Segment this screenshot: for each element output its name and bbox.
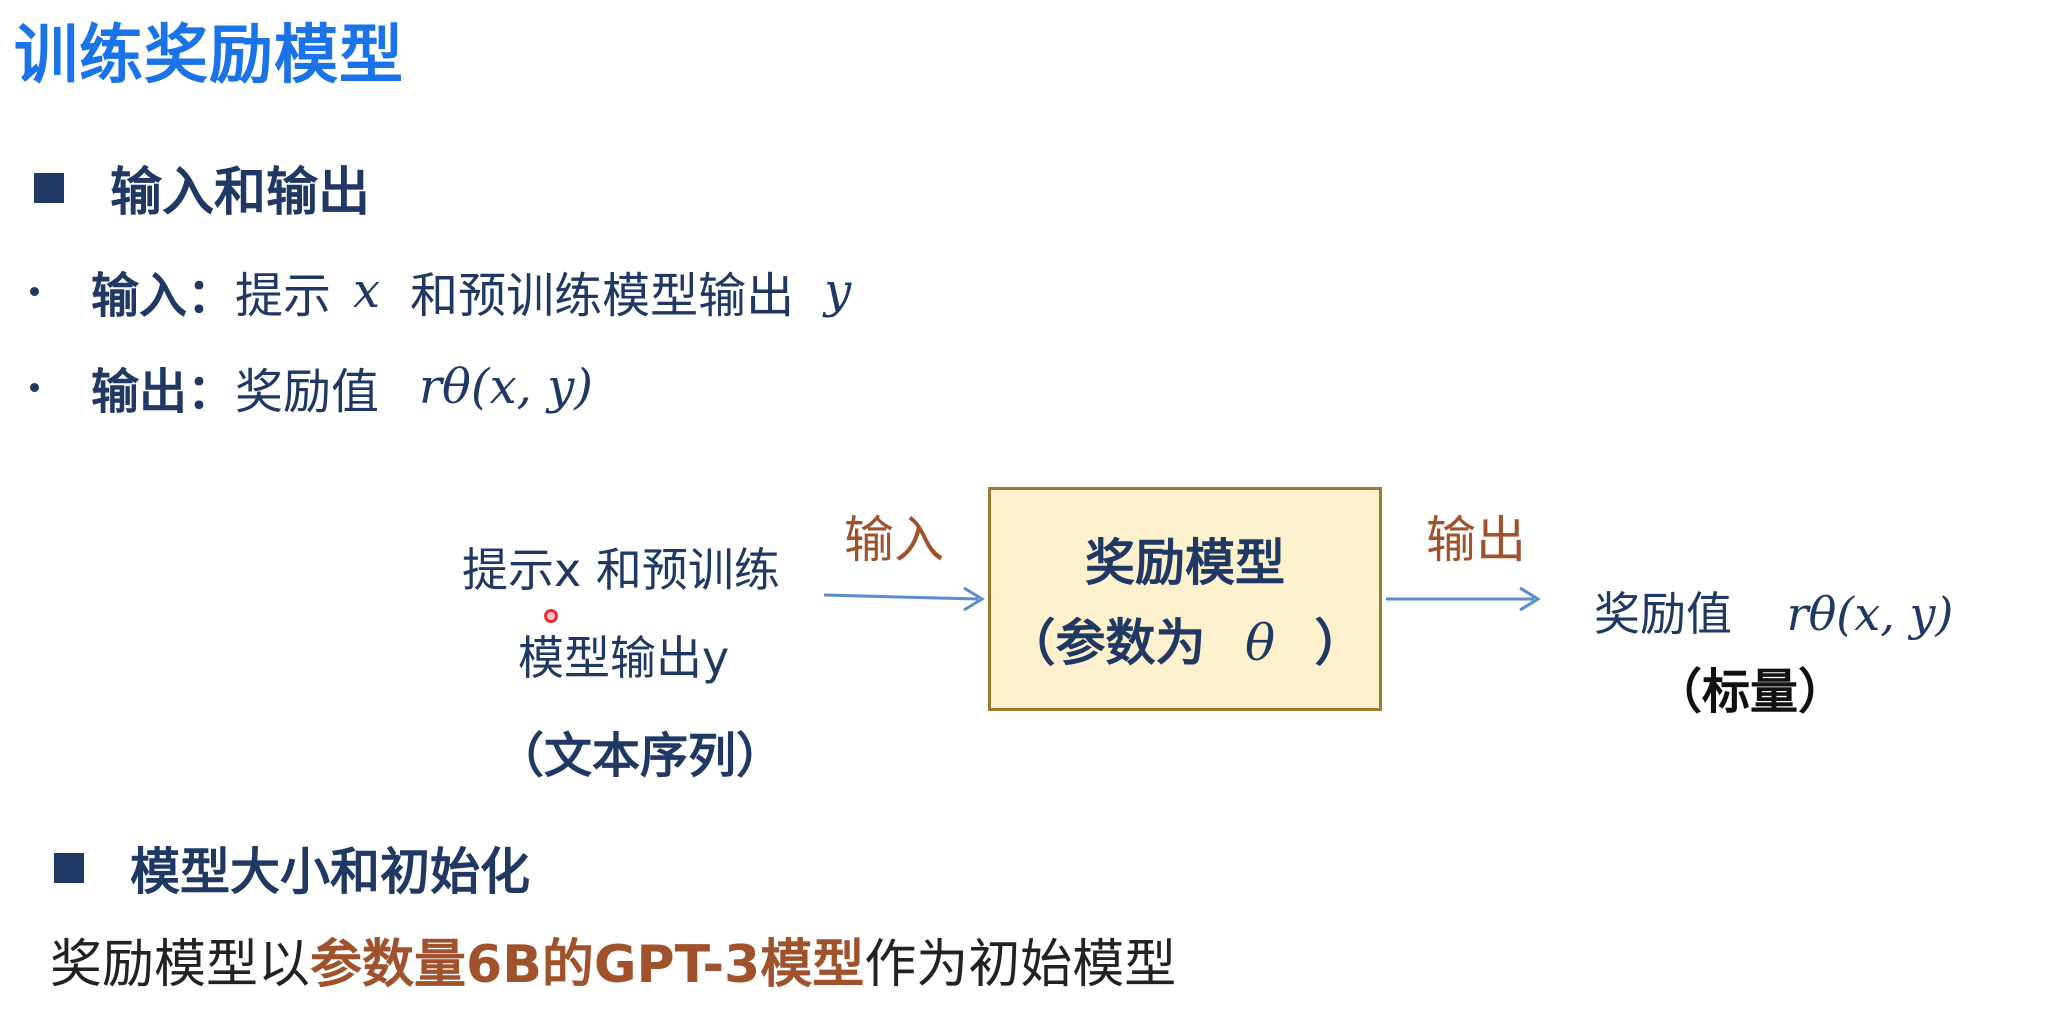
section-heading-size: 模型大小和初始化: [54, 832, 530, 904]
math-reward: rθ(x, y): [419, 359, 594, 415]
bullet-output: 输出： 奖励值 rθ(x, y): [30, 352, 593, 422]
square-bullet-icon: [34, 172, 64, 203]
slide: 训练奖励模型 输入和输出 输入： 提示 x 和预训练模型输出 y 输出： 奖励值…: [0, 0, 2068, 1014]
bullet-dot-icon: [30, 286, 39, 296]
box-params: （参数为 θ ）: [1006, 603, 1365, 675]
math-reward-output: rθ(x, y): [1786, 587, 1954, 641]
arrow-out-label: 输出: [1426, 511, 1526, 569]
init-highlight: 参数量6B的GPT-3模型: [310, 935, 865, 995]
section-heading-io: 输入和输出: [34, 150, 370, 225]
reward-model-box: 奖励模型 （参数为 θ ）: [988, 487, 1382, 711]
init-statement: 奖励模型以参数量6B的GPT-3模型作为初始模型: [50, 922, 1176, 997]
init-prefix: 奖励模型以: [50, 935, 311, 995]
box-title: 奖励模型: [1085, 534, 1285, 592]
math-y: y: [824, 263, 852, 319]
diagram-input-line1: 提示x 和预训练: [462, 543, 780, 597]
arrow-out-icon: [1386, 586, 1541, 612]
arrow-in-icon: [823, 586, 985, 612]
bullet-label: 输入：: [91, 268, 236, 324]
section-heading-text: 模型大小和初始化: [130, 843, 530, 901]
bullet-label: 输出：: [91, 364, 236, 420]
bullet-dot-icon: [30, 382, 39, 392]
diagram-output-note: （标量）: [1654, 664, 1847, 720]
bullet-text: 提示: [235, 268, 332, 324]
diagram-input-note: （文本序列）: [496, 728, 785, 784]
box-params-prefix: （参数为: [1005, 614, 1206, 672]
bullet-text: 和预训练模型输出: [410, 268, 795, 324]
box-params-suffix: ）: [1314, 614, 1365, 672]
bullet-input: 输入： 提示 x 和预训练模型输出 y: [30, 256, 851, 326]
arrow-in-label: 输入: [844, 511, 944, 569]
cursor-marker-icon: [544, 609, 558, 623]
slide-title: 训练奖励模型: [14, 19, 404, 93]
section-heading-text: 输入和输出: [110, 163, 371, 223]
init-suffix: 作为初始模型: [864, 935, 1177, 995]
math-x: x: [353, 263, 381, 319]
square-bullet-icon: [54, 853, 84, 883]
diagram-output: 奖励值 rθ(x, y): [1594, 578, 1953, 644]
diagram-input-line2: 模型输出y: [518, 631, 730, 685]
math-theta: θ: [1244, 614, 1276, 672]
output-text: 奖励值: [1594, 587, 1732, 641]
bullet-text: 奖励值: [235, 364, 380, 420]
